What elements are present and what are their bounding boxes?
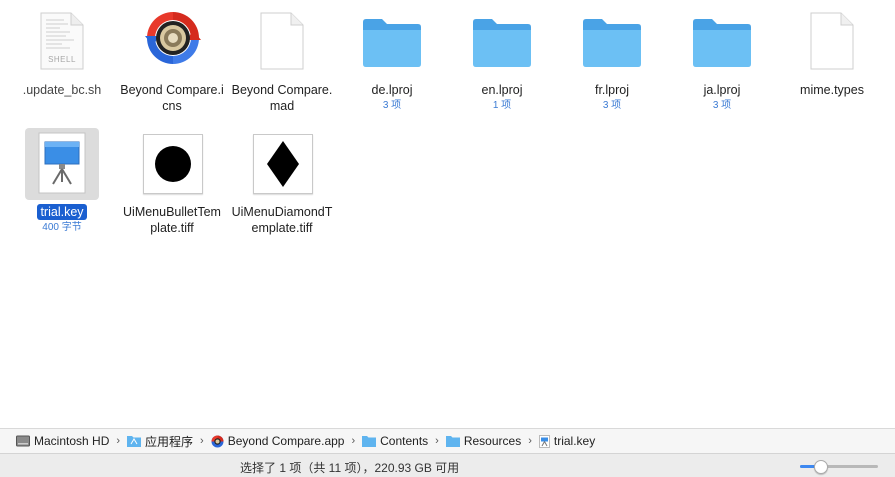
beyond-compare-app-icon [211, 435, 224, 448]
status-text: 选择了 1 项（共 11 项），220.93 GB 可用 [240, 461, 460, 475]
file-size: 400 字节 [42, 222, 82, 233]
file-item-mime-types[interactable]: mime.types [777, 6, 887, 99]
path-crumb-resources[interactable]: Resources [445, 434, 521, 448]
path-separator: › [351, 435, 356, 447]
shell-label: SHELL [48, 55, 76, 64]
path-crumb-trial-key[interactable]: trial.key [538, 434, 595, 448]
file-item-en-lproj[interactable]: en.lproj 1 项 [447, 6, 557, 112]
folder-icon [445, 435, 460, 447]
folder-icon [473, 19, 531, 67]
file-item-trial-key[interactable]: trial.key 400 字节 [7, 128, 117, 234]
path-separator: › [116, 435, 121, 447]
file-name: trial.key [37, 204, 87, 220]
file-name: fr.lproj [594, 83, 630, 97]
file-name: UiMenuBulletTemplate.tiff [123, 205, 221, 235]
item-count: 3 项 [602, 100, 622, 111]
folder-icon [583, 19, 641, 67]
hard-drive-icon [16, 435, 30, 447]
file-name: ja.lproj [703, 83, 741, 97]
item-count: 3 项 [712, 100, 732, 111]
keynote-file-icon [38, 132, 86, 194]
applications-folder-icon [127, 435, 142, 447]
file-name: de.lproj [371, 83, 413, 97]
folder-icon [363, 19, 421, 67]
path-bar: Macintosh HD › 应用程序 › Beyond Compare.app… [0, 428, 895, 453]
path-crumb-macintosh-hd[interactable]: Macintosh HD [16, 434, 109, 448]
file-item-beyond-compare-mad[interactable]: Beyond Compare.mad [227, 6, 337, 115]
file-name: Beyond Compare.icns [120, 83, 224, 113]
icon-view[interactable]: SHELL .update_bc.sh Beyond Compare.icns … [0, 0, 895, 428]
path-separator: › [200, 435, 204, 447]
file-item-fr-lproj[interactable]: fr.lproj 3 项 [557, 6, 667, 112]
document-icon [810, 12, 854, 70]
folder-icon [362, 435, 377, 447]
status-bar: 选择了 1 项（共 11 项），220.93 GB 可用 [0, 453, 895, 477]
diamond-image-icon [253, 134, 313, 194]
file-item-update-bc-sh[interactable]: SHELL .update_bc.sh [7, 6, 117, 99]
bullet-image-icon [143, 134, 203, 194]
path-crumb-contents[interactable]: Contents [362, 434, 428, 448]
file-name: mime.types [800, 83, 864, 97]
path-separator: › [435, 435, 439, 447]
path-crumb-applications[interactable]: 应用程序 [127, 433, 193, 450]
file-item-uimenu-bullet[interactable]: UiMenuBulletTemplate.tiff [117, 128, 227, 237]
file-item-uimenu-diamond[interactable]: UiMenuDiamondTemplate.tiff [227, 128, 337, 237]
file-item-ja-lproj[interactable]: ja.lproj 3 项 [667, 6, 777, 112]
file-name: en.lproj [481, 83, 523, 97]
icon-size-slider[interactable] [800, 460, 878, 474]
file-name: Beyond Compare.mad [231, 83, 333, 113]
file-item-de-lproj[interactable]: de.lproj 3 项 [337, 6, 447, 112]
path-separator: › [528, 435, 532, 447]
finder-window: SHELL .update_bc.sh Beyond Compare.icns … [0, 0, 895, 477]
document-icon [260, 12, 304, 70]
item-count: 1 项 [492, 100, 512, 111]
keynote-file-icon [538, 434, 550, 448]
file-name: UiMenuDiamondTemplate.tiff [231, 205, 333, 235]
path-crumb-beyond-compare-app[interactable]: Beyond Compare.app [211, 434, 344, 448]
beyond-compare-app-icon [145, 12, 201, 64]
item-count: 3 项 [382, 100, 402, 111]
shell-script-icon: SHELL [40, 12, 84, 70]
file-item-beyond-compare-icns[interactable]: Beyond Compare.icns [117, 6, 227, 115]
slider-thumb[interactable] [813, 460, 828, 474]
file-name: .update_bc.sh [22, 83, 102, 97]
folder-icon [693, 19, 751, 67]
